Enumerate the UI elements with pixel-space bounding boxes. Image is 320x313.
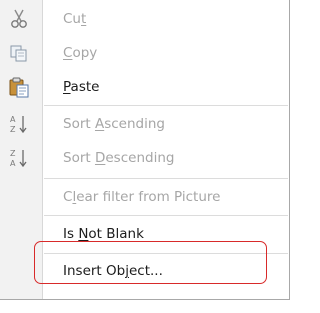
paste-icon — [6, 75, 32, 99]
highlight-annotation — [34, 241, 267, 284]
menu-separator — [44, 105, 288, 106]
menu-item-label: Cut — [63, 11, 87, 27]
menu-item-label: Sort Ascending — [63, 116, 165, 132]
menu-item-sort-descending[interactable]: Z A Sort Descending — [0, 141, 289, 175]
menu-item-label: Paste — [63, 79, 100, 95]
svg-text:A: A — [10, 159, 16, 168]
menu-item-label: Copy — [63, 45, 98, 61]
menu-separator — [44, 178, 288, 179]
menu-item-paste[interactable]: Paste — [0, 70, 289, 104]
menu-item-label: Clear filter from Picture — [63, 189, 221, 205]
menu-item-label: Sort Descending — [63, 150, 175, 166]
svg-text:Z: Z — [10, 125, 16, 134]
scissors-icon — [6, 7, 32, 31]
menu-right-border — [289, 0, 290, 300]
sort-descending-icon: Z A — [6, 146, 32, 170]
svg-text:A: A — [10, 115, 16, 124]
menu-item-sort-ascending[interactable]: A Z Sort Ascending — [0, 107, 289, 141]
context-menu: Cut Copy Paste A Z Sort Ascending Z A So… — [0, 0, 292, 313]
copy-icon — [6, 41, 32, 65]
menu-item-copy[interactable]: Copy — [0, 36, 289, 70]
menu-item-clear-filter[interactable]: Clear filter from Picture — [0, 180, 289, 214]
menu-item-cut[interactable]: Cut — [0, 2, 289, 36]
menu-bottom-border — [0, 299, 290, 300]
svg-text:Z: Z — [10, 149, 16, 158]
menu-separator — [44, 215, 288, 216]
sort-ascending-icon: A Z — [6, 112, 32, 136]
